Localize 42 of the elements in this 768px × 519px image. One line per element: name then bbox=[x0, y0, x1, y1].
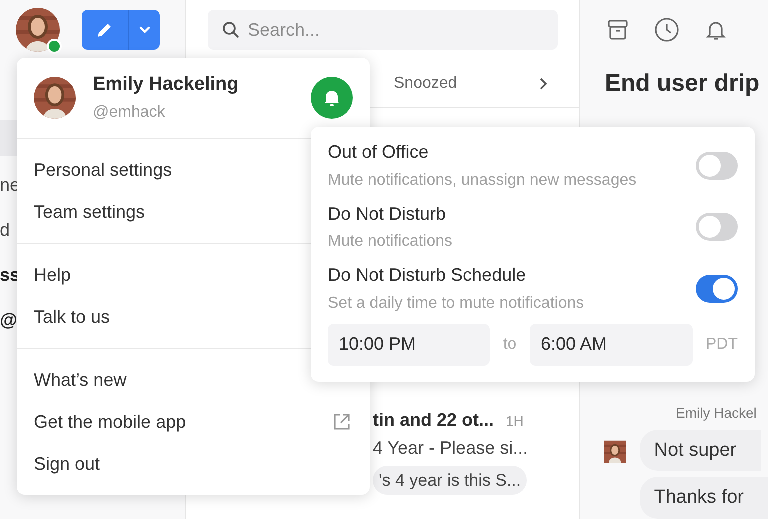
option-description: Mute notifications, unassign new messages bbox=[328, 170, 637, 190]
search-icon bbox=[222, 21, 240, 39]
menu-item[interactable]: Get the mobile app bbox=[34, 408, 186, 436]
conversation-subject: 4 Year - Please si... bbox=[373, 437, 530, 460]
search-field[interactable]: Search... bbox=[208, 10, 558, 50]
menu-item[interactable]: Team settings bbox=[34, 198, 146, 226]
user-name: Emily Hackeling bbox=[93, 72, 240, 97]
menu-item[interactable]: Personal settings bbox=[34, 156, 172, 184]
message-bubble: Not super bbox=[640, 430, 761, 472]
clock-icon[interactable] bbox=[654, 17, 680, 43]
pencil-icon bbox=[96, 21, 114, 39]
end-time-field[interactable]: 6:00 AM bbox=[530, 324, 693, 366]
tab-label[interactable]: Snoozed bbox=[394, 72, 458, 96]
toggle-switch[interactable] bbox=[696, 152, 738, 180]
start-time-field[interactable]: 10:00 PM bbox=[328, 324, 490, 366]
truncated-text: @ bbox=[0, 309, 18, 332]
chevron-down-icon bbox=[138, 26, 150, 34]
separator-label: to bbox=[502, 334, 518, 354]
conversation-title: tin and 22 ot... bbox=[373, 408, 494, 432]
menu-item[interactable]: Help bbox=[34, 262, 72, 288]
timestamp: 1H bbox=[506, 412, 524, 430]
notifications-button[interactable] bbox=[311, 77, 353, 119]
message-bubble: Thanks for bbox=[640, 477, 768, 519]
timezone-label: PDT bbox=[705, 334, 738, 354]
chevron-right-icon bbox=[539, 76, 549, 90]
toggle-switch[interactable] bbox=[696, 213, 738, 242]
option-title: Do Not Disturb Schedule bbox=[328, 264, 528, 286]
truncated-text: d bbox=[0, 219, 10, 242]
sender-name: Emily Hackel bbox=[676, 404, 757, 420]
option-description: Set a daily time to mute notifications bbox=[328, 294, 584, 314]
option-title: Do Not Disturb bbox=[328, 202, 448, 225]
conversation-heading: End user drip bbox=[605, 70, 760, 97]
menu-item[interactable]: Sign out bbox=[34, 450, 100, 478]
menu-item[interactable]: What’s new bbox=[34, 366, 127, 394]
bell-icon bbox=[322, 88, 342, 108]
message-preview: 's 4 year is this S... bbox=[373, 466, 528, 495]
option-title: Out of Office bbox=[328, 141, 430, 164]
archive-icon[interactable] bbox=[606, 18, 630, 42]
user-handle: @emhack bbox=[93, 103, 166, 124]
toggle-switch[interactable] bbox=[696, 274, 738, 303]
option-description: Mute notifications bbox=[328, 232, 453, 252]
menu-item[interactable]: Talk to us bbox=[34, 304, 110, 330]
